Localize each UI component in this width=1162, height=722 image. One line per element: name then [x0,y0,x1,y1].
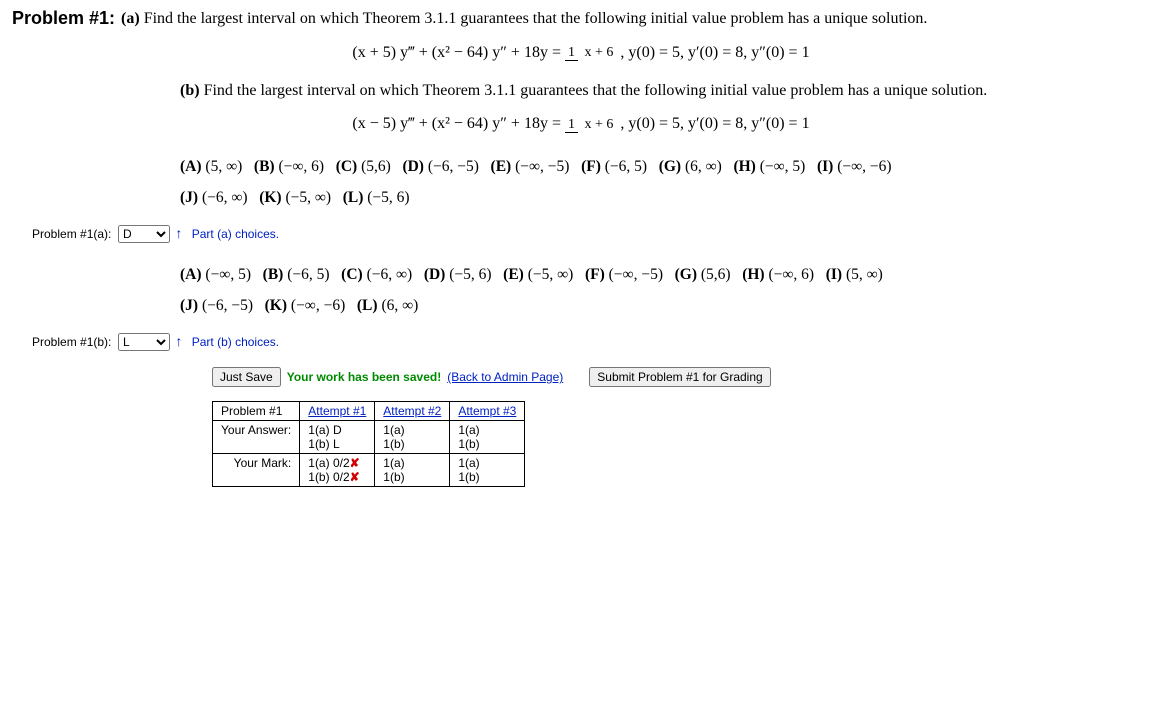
row-your-mark: Your Mark: [213,454,300,487]
table-row: Your Answer: 1(a) D1(b) L 1(a)1(b) 1(a)1… [213,421,525,454]
eq-b-lhs: (x − 5) y‴ + (x² − 64) y″ + 18y = [352,115,565,132]
select-b[interactable]: L [118,333,170,351]
x-icon: ✘ [350,456,360,470]
fraction-icon: 1 x + 6 [565,118,616,132]
problem-body: (a) Find the largest interval on which T… [121,8,927,30]
up-arrow-icon: ↑ [175,333,182,349]
col-problem: Problem #1 [213,402,300,421]
attempts-table: Problem #1 Attempt #1 Attempt #2 Attempt… [212,401,525,487]
equation-b: (x − 5) y‴ + (x² − 64) y″ + 18y = 1 x + … [12,115,1150,133]
eq-a-lhs: (x + 5) y‴ + (x² − 64) y″ + 18y = [352,44,565,61]
row-your-answer: Your Answer: [213,421,300,454]
problem-number: Problem #1: [12,8,115,29]
hint-a: Part (a) choices. [192,227,279,241]
eq-b-rhs: , y(0) = 5, y′(0) = 8, y″(0) = 1 [620,115,809,132]
part-b-text: Find the largest interval on which Theor… [204,82,988,99]
problem-header: Problem #1: (a) Find the largest interva… [12,8,1150,30]
fraction-icon: 1 x + 6 [565,46,616,60]
hint-b: Part (b) choices. [192,335,279,349]
input-b-label: Problem #1(b): [32,335,111,349]
submit-button[interactable]: Submit Problem #1 for Grading [589,367,770,387]
attempt-3-link[interactable]: Attempt #3 [458,404,516,418]
choices-a: (A) (5, ∞) (B) (−∞, 6) (C) (5,6) (D) (−6… [180,151,1150,213]
up-arrow-icon: ↑ [175,225,182,241]
part-b-label: (b) [180,82,200,99]
table-row: Your Mark: 1(a) 0/2✘ 1(b) 0/2✘ 1(a)1(b) … [213,454,525,487]
attempt-2-link[interactable]: Attempt #2 [383,404,441,418]
just-save-button[interactable]: Just Save [212,367,281,387]
select-a[interactable]: D [118,225,170,243]
action-row: Just Save Your work has been saved! (Bac… [212,367,1150,387]
back-to-admin-link[interactable]: (Back to Admin Page) [447,370,563,384]
eq-a-rhs: , y(0) = 5, y′(0) = 8, y″(0) = 1 [620,44,809,61]
part-b-block: (b) Find the largest interval on which T… [180,80,1150,102]
x-icon: ✘ [350,470,360,484]
part-a-label: (a) [121,10,140,27]
table-row: Problem #1 Attempt #1 Attempt #2 Attempt… [213,402,525,421]
input-a-label: Problem #1(a): [32,227,111,241]
part-a-text: Find the largest interval on which Theor… [144,10,928,27]
attempt-1-link[interactable]: Attempt #1 [308,404,366,418]
input-row-b: Problem #1(b): L ↑ Part (b) choices. [32,333,1150,351]
choices-b: (A) (−∞, 5) (B) (−6, 5) (C) (−6, ∞) (D) … [180,259,1150,321]
saved-message: Your work has been saved! [287,370,442,384]
input-row-a: Problem #1(a): D ↑ Part (a) choices. [32,225,1150,243]
equation-a: (x + 5) y‴ + (x² − 64) y″ + 18y = 1 x + … [12,44,1150,62]
